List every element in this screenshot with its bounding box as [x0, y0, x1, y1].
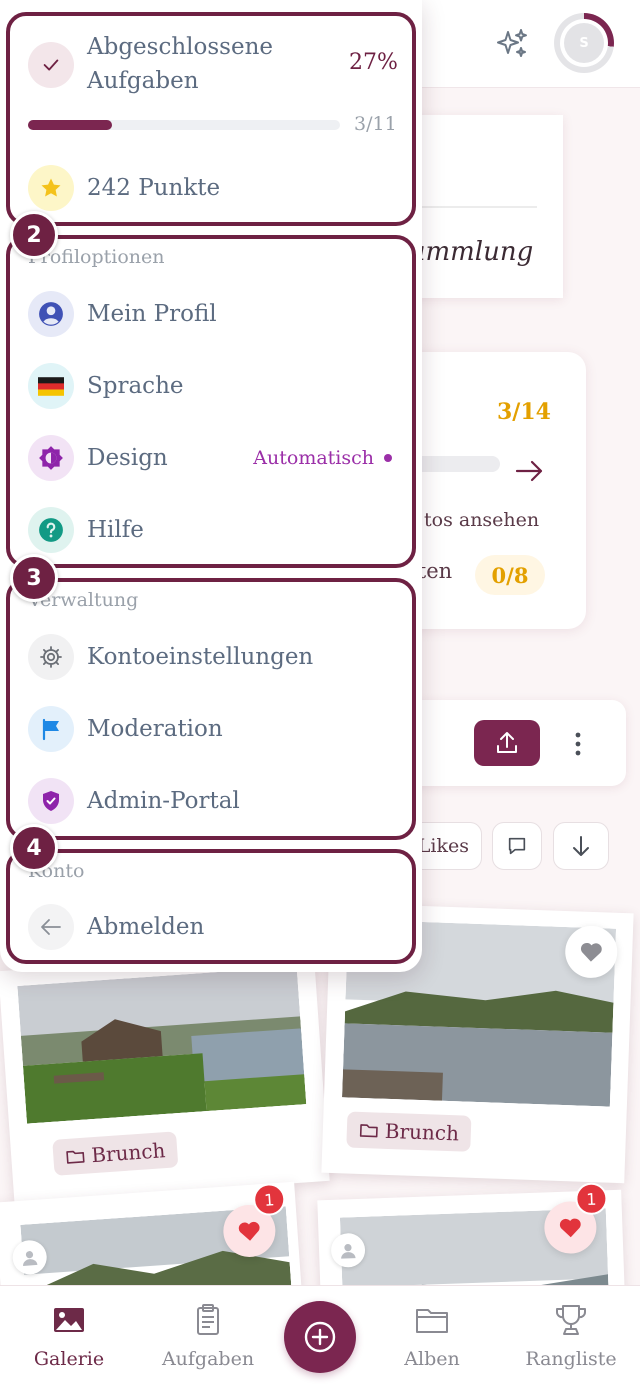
arrow-right-icon[interactable] [514, 456, 544, 486]
menu-item-language[interactable]: Sprache [28, 358, 392, 414]
album-tag[interactable]: Brunch [346, 1111, 472, 1152]
album-tag-label: Brunch [90, 1138, 167, 1168]
nav-label: Alben [404, 1348, 460, 1370]
sort-likes-label: Likes [417, 835, 469, 857]
check-icon [28, 42, 74, 88]
album-tag[interactable]: Brunch [52, 1131, 179, 1176]
folder-icon [359, 1124, 378, 1138]
tour-step-badge: 2 [10, 211, 58, 259]
comment-icon [508, 837, 526, 855]
plus-circle-icon [304, 1321, 336, 1353]
points-item[interactable]: 242 Punkte [28, 160, 392, 216]
upload-icon [497, 732, 517, 753]
nav-label: Rangliste [525, 1348, 617, 1370]
add-photo-button[interactable] [284, 1301, 356, 1373]
tasks-sub-count: 0/8 [475, 555, 545, 595]
bottom-navigation: Galerie Aufgaben Alben Rangliste [0, 1285, 640, 1385]
menu-item-label: Admin-Portal [87, 788, 240, 814]
tour-step-badge: 4 [10, 824, 58, 872]
progress-section: Abgeschlossene Aufgaben 27% 3/11 242 Pun… [0, 0, 422, 226]
menu-item-account-settings[interactable]: Kontoeinstellungen [28, 629, 392, 685]
photo-image [17, 966, 307, 1124]
avatar: S [560, 19, 608, 67]
tour-step-badge: 3 [10, 554, 58, 602]
menu-item-label: Sprache [87, 373, 184, 399]
menu-item-label: Mein Profil [87, 301, 217, 327]
tasks-count: 3/14 [497, 399, 551, 425]
progress-label: Abgeschlossene Aufgaben [87, 34, 274, 94]
clipboard-icon [197, 1304, 219, 1335]
progress-percent: 27% [349, 50, 398, 75]
help-icon [28, 507, 74, 553]
menu-item-help[interactable]: Hilfe [28, 502, 392, 558]
collection-card-title: ammlung [410, 237, 534, 267]
user-icon [28, 291, 74, 337]
arrow-left-icon [28, 904, 74, 950]
menu-item-profile[interactable]: Mein Profil [28, 286, 392, 342]
menu-item-label: Moderation [87, 716, 223, 742]
nav-rangliste[interactable]: Rangliste [511, 1286, 631, 1385]
photo-card[interactable]: Brunch [0, 949, 330, 1203]
nav-aufgaben[interactable]: Aufgaben [148, 1286, 268, 1385]
progress-count: 3/11 [354, 113, 397, 135]
heart-icon [580, 942, 602, 962]
menu-item-logout[interactable]: Abmelden [28, 899, 392, 955]
folder-icon [416, 1309, 448, 1333]
flag-icon [28, 706, 74, 752]
heart-icon [559, 1218, 581, 1238]
theme-icon [28, 435, 74, 481]
menu-item-label: Abmelden [87, 914, 205, 940]
shield-icon [28, 778, 74, 824]
upload-button[interactable] [474, 720, 540, 766]
sparkle-icon[interactable] [494, 26, 530, 62]
avatar-initial: S [564, 23, 604, 63]
image-icon [54, 1308, 84, 1332]
nav-label: Galerie [33, 1348, 105, 1370]
sort-direction-chip[interactable] [553, 822, 609, 870]
menu-item-admin-portal[interactable]: Admin-Portal [28, 773, 392, 829]
folder-icon [66, 1150, 85, 1164]
heart-icon [238, 1221, 260, 1241]
trophy-icon [556, 1305, 586, 1335]
nav-alben[interactable]: Alben [372, 1286, 492, 1385]
profile-dropdown-menu: Abgeschlossene Aufgaben 27% 3/11 242 Pun… [0, 0, 422, 972]
points-label: 242 Punkte [87, 175, 221, 201]
status-dot [384, 454, 392, 462]
menu-item-label: Design [87, 445, 168, 471]
menu-item-label: Kontoeinstellungen [87, 644, 314, 670]
star-icon [28, 165, 74, 211]
nav-galerie[interactable]: Galerie [9, 1286, 129, 1385]
view-photos-link[interactable]: tos ansehen [424, 509, 539, 531]
design-current-value: Automatisch [253, 447, 392, 469]
more-options-icon[interactable] [566, 724, 590, 764]
nav-label: Aufgaben [161, 1348, 255, 1370]
menu-item-moderation[interactable]: Moderation [28, 701, 392, 757]
menu-item-label: Hilfe [87, 517, 144, 543]
avatar-progress-ring[interactable]: S [554, 13, 614, 73]
flag-de-icon [28, 363, 74, 409]
sort-comments-chip[interactable] [492, 822, 542, 870]
design-value-label: Automatisch [253, 447, 374, 469]
album-tag-label: Brunch [384, 1118, 460, 1146]
progress-bar-fill [28, 120, 113, 130]
progress-bar [28, 120, 340, 130]
gear-icon [28, 634, 74, 680]
menu-item-design[interactable]: Design Automatisch [28, 430, 392, 486]
arrow-down-icon [573, 836, 589, 856]
